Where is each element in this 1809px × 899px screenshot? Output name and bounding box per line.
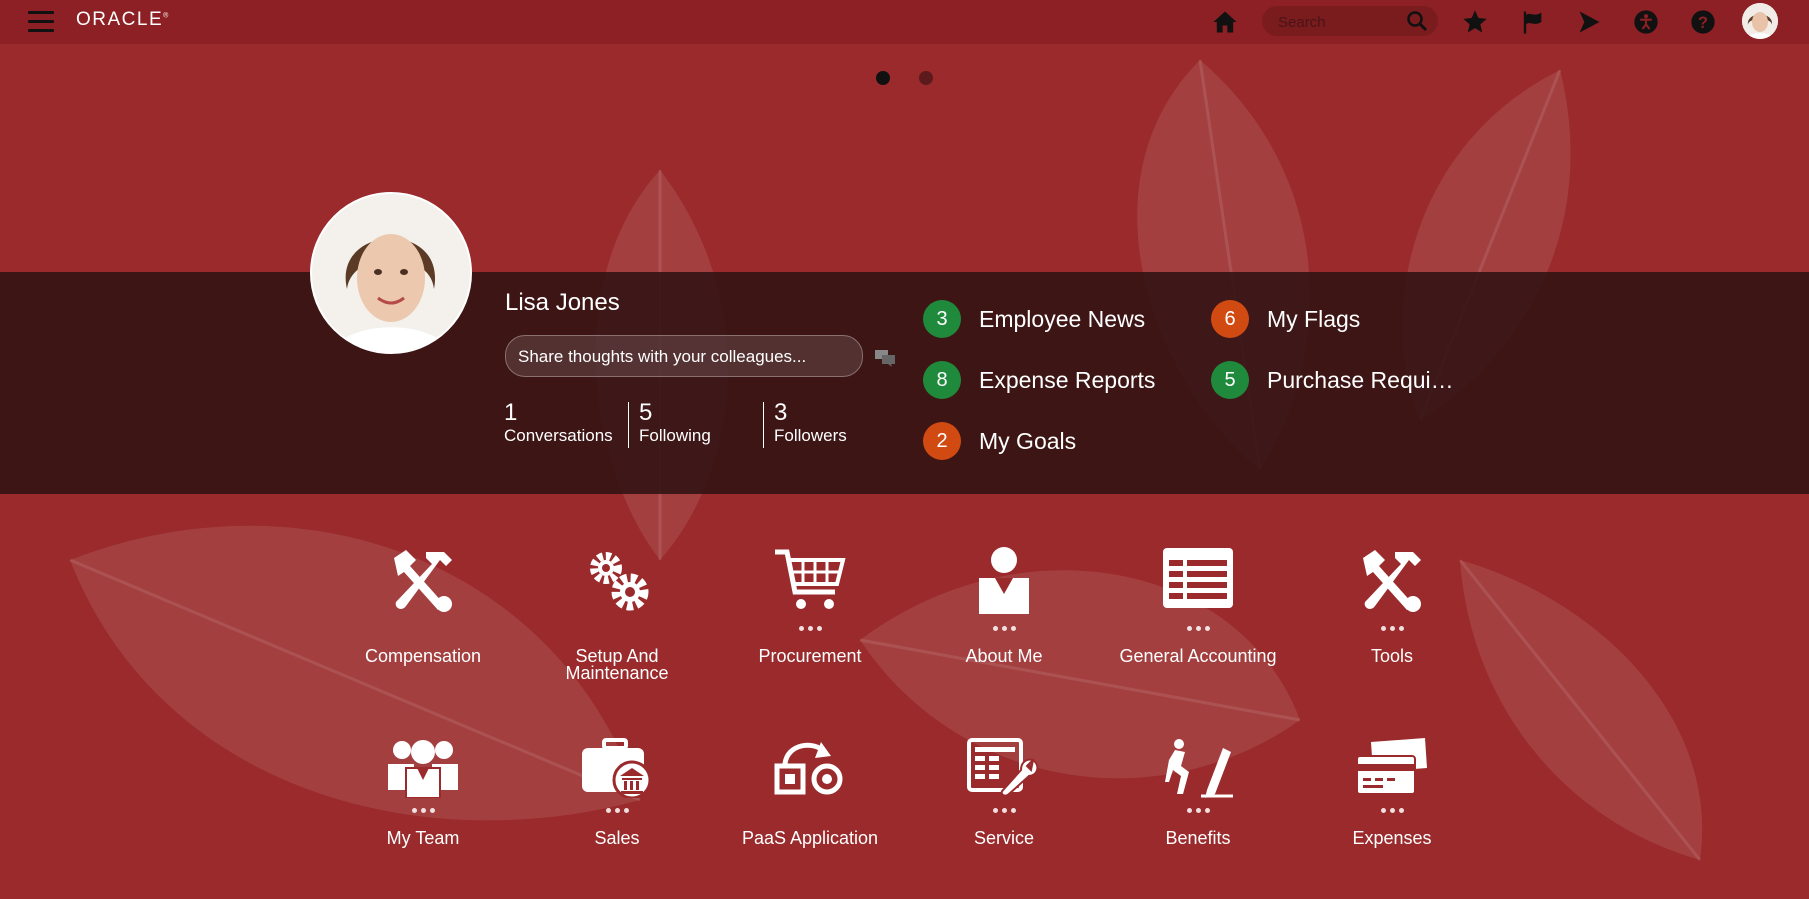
help-icon[interactable]: ?: [1689, 8, 1717, 36]
more-dots: [720, 618, 900, 631]
menu-icon[interactable]: [28, 11, 54, 33]
play-icon[interactable]: [1575, 8, 1603, 36]
stat-label: Following: [639, 426, 711, 445]
stat-conversations[interactable]: 1 Conversations: [504, 400, 613, 446]
count-badge: 8: [923, 361, 961, 399]
team-icon: [388, 740, 458, 798]
share-thoughts-input[interactable]: [516, 346, 850, 368]
flag-icon[interactable]: [1518, 8, 1546, 36]
oracle-logo[interactable]: ORACLE®: [76, 9, 170, 31]
stat-number: 1: [504, 399, 518, 426]
app-tile-compensation[interactable]: Compensation: [333, 546, 513, 665]
tile-label: About Me: [965, 646, 1043, 666]
more-dots: [1108, 618, 1288, 631]
more-dots: [333, 618, 513, 628]
notification-label: My Flags: [1267, 305, 1361, 332]
search-input[interactable]: [1276, 12, 1410, 32]
more-dots: [333, 800, 513, 813]
stat-followers[interactable]: 3 Followers: [774, 400, 847, 446]
more-dots: [1108, 800, 1288, 813]
notification-employee-news[interactable]: 3 Employee News: [923, 300, 1145, 338]
notification-label: Expense Reports: [979, 366, 1156, 393]
count-badge: 5: [1211, 361, 1249, 399]
more-dots: [527, 800, 707, 813]
app-tile-procurement[interactable]: Procurement: [720, 546, 900, 665]
notification-purchase-requisitions[interactable]: 5 Purchase Requi…: [1211, 361, 1454, 399]
search-box[interactable]: [1262, 6, 1438, 36]
app-tile-my-team[interactable]: My Team: [333, 738, 513, 847]
tile-label: Compensation: [364, 646, 482, 666]
search-icon[interactable]: [1405, 9, 1429, 33]
more-dots: [1302, 800, 1482, 813]
profile-band: [0, 272, 1809, 494]
briefcase-icon: [582, 738, 652, 798]
stat-label: Followers: [774, 426, 847, 445]
more-dots: [720, 800, 900, 810]
carousel-dot-2[interactable]: [919, 71, 933, 85]
app-tile-about-me[interactable]: About Me: [914, 546, 1094, 665]
count-badge: 6: [1211, 300, 1249, 338]
tile-label: My Team: [386, 828, 460, 848]
ledger-icon: [1163, 548, 1233, 608]
more-dots: [914, 800, 1094, 813]
credit-card-icon: [1356, 738, 1427, 795]
tile-label: Service: [973, 828, 1035, 848]
benefits-icon: [1165, 739, 1233, 798]
app-tile-general-accounting[interactable]: General Accounting: [1108, 546, 1288, 665]
count-badge: 2: [923, 422, 961, 460]
share-thoughts-box[interactable]: [505, 335, 863, 377]
stat-divider: [628, 402, 629, 448]
tile-label: Benefits: [1165, 828, 1231, 848]
tile-label: Procurement: [758, 646, 862, 666]
star-icon[interactable]: [1461, 8, 1489, 36]
tile-label: General Accounting: [1119, 646, 1277, 666]
app-tile-paas-application[interactable]: PaaS Application: [720, 738, 900, 847]
notification-label: Employee News: [979, 305, 1146, 332]
tile-label: Tools: [1370, 646, 1414, 666]
stat-divider: [763, 402, 764, 448]
tools-icon: [1363, 550, 1421, 612]
app-tile-tools[interactable]: Tools: [1302, 546, 1482, 665]
notification-my-goals[interactable]: 2 My Goals: [923, 422, 1076, 460]
tools-icon: [394, 550, 452, 612]
stat-number: 5: [639, 399, 653, 426]
stat-number: 3: [774, 399, 788, 426]
more-dots: [1302, 618, 1482, 631]
app-tile-expenses[interactable]: Expenses: [1302, 738, 1482, 847]
paas-icon: [774, 742, 843, 795]
notification-my-flags[interactable]: 6 My Flags: [1211, 300, 1360, 338]
notification-label: My Goals: [979, 427, 1077, 454]
carousel-dot-1[interactable]: [876, 71, 890, 85]
conversation-icon[interactable]: [874, 349, 896, 367]
user-avatar-small[interactable]: [1742, 3, 1778, 39]
gears-icon: [590, 552, 649, 611]
svg-text:?: ?: [1698, 14, 1708, 32]
app-tile-setup-and-maintenance[interactable]: Setup And Maintenance: [527, 546, 707, 682]
tile-label: PaaS Application: [741, 828, 879, 848]
cart-icon: [775, 549, 846, 609]
top-navigation-bar: ORACLE® ?: [0, 0, 1809, 44]
accessibility-icon[interactable]: [1632, 8, 1660, 36]
tile-label: Expenses: [1352, 828, 1432, 848]
stat-following[interactable]: 5 Following: [639, 400, 711, 446]
person-icon: [979, 547, 1029, 614]
more-dots: [527, 618, 707, 628]
stat-label: Conversations: [504, 426, 613, 445]
service-icon: [967, 738, 1039, 797]
tile-label: Sales: [594, 828, 640, 848]
tile-label: Setup And Maintenance: [565, 646, 669, 683]
app-tile-benefits[interactable]: Benefits: [1108, 738, 1288, 847]
notification-label: Purchase Requi…: [1267, 366, 1454, 393]
app-tile-sales[interactable]: Sales: [527, 738, 707, 847]
count-badge: 3: [923, 300, 961, 338]
more-dots: [914, 618, 1094, 631]
home-icon[interactable]: [1211, 8, 1239, 36]
notification-expense-reports[interactable]: 8 Expense Reports: [923, 361, 1155, 399]
profile-photo[interactable]: [310, 192, 472, 354]
user-name[interactable]: Lisa Jones: [505, 289, 620, 317]
app-tile-service[interactable]: Service: [914, 738, 1094, 847]
